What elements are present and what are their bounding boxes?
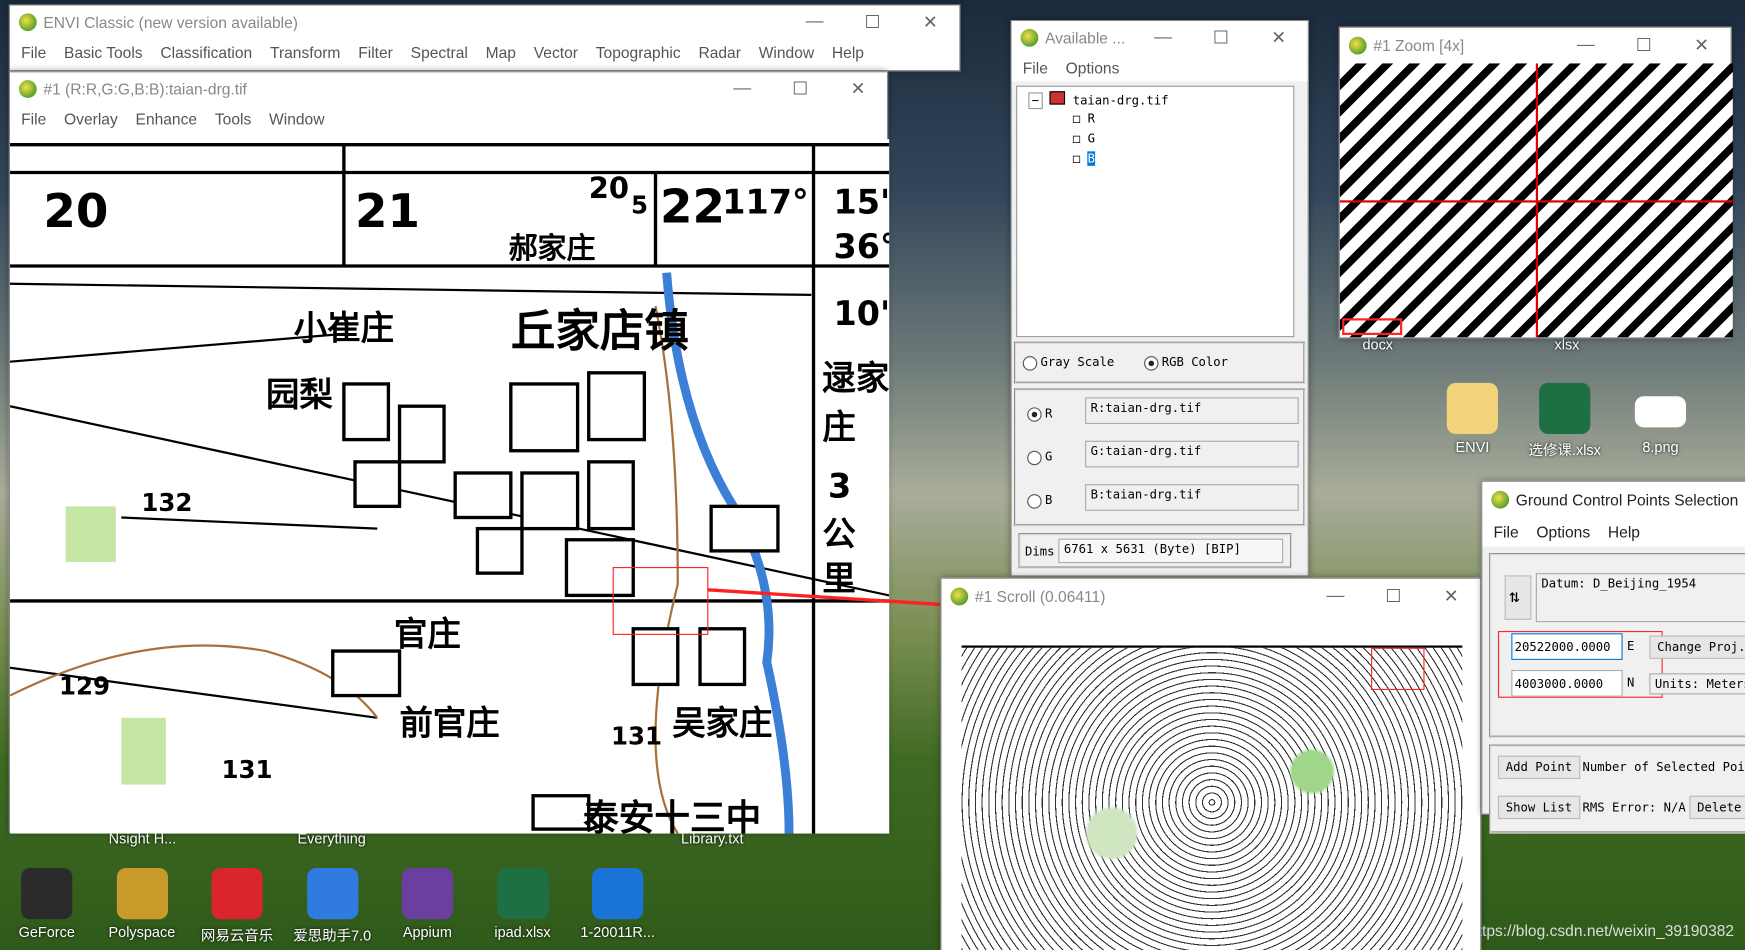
- point-panel: Add Point Number of Selected Points Show…: [1489, 744, 1745, 834]
- menu-options[interactable]: Options: [1536, 523, 1590, 541]
- window-title: Ground Control Points Selection: [1515, 490, 1739, 509]
- channel-g-field[interactable]: G:taian-drg.tif: [1085, 440, 1299, 468]
- zoom-canvas[interactable]: [1339, 63, 1733, 338]
- channel-panel: R R:taian-drg.tif G G:taian-drg.tif B B:…: [1013, 388, 1306, 527]
- tree-band-b[interactable]: □ B: [1073, 151, 1095, 166]
- maximize-button[interactable]: ☐: [1615, 34, 1673, 56]
- tree-band-g[interactable]: □ G: [1073, 131, 1095, 145]
- maximize-button[interactable]: ☐: [1192, 27, 1250, 49]
- channel-r-radio[interactable]: R: [1027, 406, 1052, 422]
- minimize-button[interactable]: —: [1307, 586, 1365, 606]
- tree-file-node[interactable]: − taian-drg.tif: [1028, 91, 1169, 110]
- window-title: #1 Zoom [4x]: [1373, 36, 1465, 55]
- channel-g-radio[interactable]: G: [1027, 450, 1052, 465]
- dims-panel: Dims 6761 x 5631 (Byte) [BIP]: [1018, 533, 1293, 569]
- delete-button[interactable]: Delete: [1689, 795, 1745, 820]
- rgb-color-radio[interactable]: RGB Color: [1143, 355, 1228, 371]
- channel-b-radio[interactable]: B: [1027, 493, 1052, 509]
- minimize-button[interactable]: —: [1134, 28, 1192, 48]
- gray-scale-radio[interactable]: Gray Scale: [1022, 355, 1114, 371]
- band-tree[interactable]: − taian-drg.tif □ R □ G □ B: [1016, 85, 1295, 338]
- show-list-button[interactable]: Show List: [1497, 795, 1580, 820]
- northing-input[interactable]: [1511, 669, 1623, 697]
- envi-logo-icon: [1348, 36, 1367, 55]
- swap-coordinates-button[interactable]: ⇅: [1504, 575, 1532, 620]
- window-title: #1 Scroll (0.06411): [974, 587, 1106, 606]
- gcp-selection-window: Ground Control Points Selection File Opti…: [1481, 480, 1745, 834]
- minimize-button[interactable]: —: [1557, 36, 1615, 56]
- menu-file[interactable]: File: [1023, 59, 1048, 77]
- close-button[interactable]: ✕: [1250, 27, 1308, 49]
- dims-label: Dims: [1024, 544, 1055, 559]
- rms-error-label: RMS Error: N/A: [1582, 800, 1686, 815]
- northing-label: N: [1627, 675, 1635, 690]
- change-proj-button[interactable]: Change Proj.: [1649, 635, 1745, 659]
- zoom-controls-icon[interactable]: [1342, 318, 1403, 335]
- dims-value: 6761 x 5631 (Byte) [BIP]: [1058, 538, 1284, 564]
- datum-field: Datum: D_Beijing_1954: [1535, 573, 1745, 623]
- scroll-canvas[interactable]: [961, 645, 1463, 950]
- collapse-icon[interactable]: −: [1028, 92, 1043, 110]
- add-point-button[interactable]: Add Point: [1497, 755, 1580, 780]
- units-field: Units: Meters: [1649, 673, 1745, 695]
- tree-band-r[interactable]: □ R: [1073, 111, 1095, 125]
- coordinate-panel: ⇅ Datum: D_Beijing_1954 E N Change Proj.…: [1489, 553, 1745, 738]
- display-mode-panel: Gray Scale RGB Color: [1013, 341, 1306, 384]
- envi-logo-icon: [950, 587, 969, 606]
- envi-logo-icon: [1020, 28, 1039, 47]
- num-selected-label: Number of Selected Points: [1582, 760, 1745, 775]
- menu-options[interactable]: Options: [1066, 59, 1120, 77]
- menu-help[interactable]: Help: [1608, 523, 1640, 541]
- file-stack-icon: [1049, 91, 1066, 105]
- menu-file[interactable]: File: [1494, 523, 1519, 541]
- close-button[interactable]: ✕: [1673, 34, 1731, 56]
- available-bands-window: Available ... — ☐ ✕ File Options − taian-dr…: [1010, 20, 1309, 577]
- envi-logo-icon: [1491, 490, 1510, 509]
- zoom-window: #1 Zoom [4x] — ☐ ✕: [1338, 26, 1733, 339]
- maximize-button[interactable]: ☐: [1364, 585, 1422, 607]
- easting-label: E: [1627, 638, 1635, 654]
- window-title: Available ...: [1045, 28, 1126, 47]
- close-button[interactable]: ✕: [1422, 585, 1480, 607]
- channel-b-field[interactable]: B:taian-drg.tif: [1085, 484, 1299, 511]
- channel-r-field[interactable]: R:taian-drg.tif: [1085, 397, 1299, 425]
- scroll-window: #1 Scroll (0.06411) — ☐ ✕: [940, 577, 1482, 950]
- easting-input[interactable]: [1511, 633, 1623, 660]
